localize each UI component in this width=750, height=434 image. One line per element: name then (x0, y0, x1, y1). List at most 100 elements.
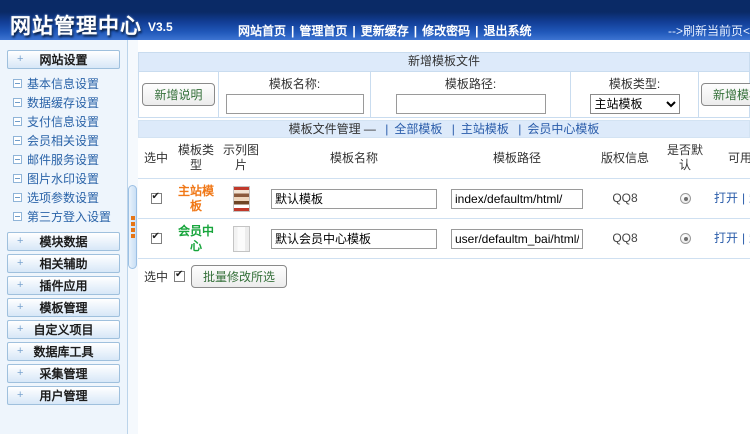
refresh-current-page-link[interactable]: -->刷新当前页<-- (668, 22, 750, 39)
add-template-form: 新增说明 模板名称: 模板路径: 模板类型: 主站模板 新增模板 (139, 71, 750, 117)
sidebar-item-watermark-settings[interactable]: 图片水印设置 (0, 169, 127, 188)
add-note-button[interactable]: 新增说明 (142, 83, 215, 106)
template-name-cell: 模板名称: (219, 72, 371, 117)
sidebar-group-plugin-app[interactable]: + 插件应用 (7, 276, 120, 295)
col-template-path: 模板路径 (492, 150, 541, 165)
row-template-name-input[interactable] (271, 228, 437, 249)
sidebar-item-payment-info-settings[interactable]: 支付信息设置 (0, 112, 127, 131)
col-is-default: 是否默认 (666, 143, 703, 172)
action-separator: | (742, 191, 746, 206)
nav-separator: | (413, 24, 418, 38)
submit-button-cell: 新增模板 (699, 72, 750, 117)
col-sample-image: 示列图片 (222, 143, 259, 172)
sidebar-splitter[interactable] (128, 40, 138, 434)
sidebar-item-option-param-settings[interactable]: 选项参数设置 (0, 188, 127, 207)
tree-node-icon (13, 155, 22, 164)
sidebar-item-third-party-login-settings[interactable]: 第三方登入设置 (0, 207, 127, 226)
template-type-cell: 模板类型: 主站模板 (571, 72, 699, 117)
filter-separator: | (385, 122, 389, 136)
sidebar-group-module-data[interactable]: + 模块数据 (7, 232, 120, 251)
default-radio[interactable] (679, 193, 691, 204)
tree-node-icon (13, 174, 22, 183)
select-all-label: 选中 (144, 269, 169, 284)
template-path-input[interactable] (395, 94, 546, 114)
col-template-name: 模板名称 (329, 150, 378, 165)
row-template-path-input[interactable] (451, 228, 583, 249)
row-checkbox[interactable] (150, 231, 162, 244)
col-copyright: 版权信息 (600, 150, 649, 165)
row-template-type: 主站模板 (177, 184, 214, 213)
template-type-label: 模板类型: (608, 77, 661, 91)
template-name-input[interactable] (225, 94, 364, 114)
row-actions: 打开|卸载 (710, 189, 750, 207)
plus-icon: + (17, 323, 24, 335)
action-separator: | (742, 231, 746, 246)
filter-main-site-templates[interactable]: 主站模板 (461, 122, 509, 136)
sidebar-item-data-cache-settings[interactable]: 数据缓存设置 (0, 93, 127, 112)
nav-logout[interactable]: 退出系统 (484, 24, 532, 38)
sidebar-item-member-related-settings[interactable]: 会员相关设置 (0, 131, 127, 150)
col-actions: 可用操作 (727, 150, 750, 165)
filter-separator: | (518, 122, 522, 136)
plus-icon: + (17, 367, 24, 379)
plus-icon: + (17, 279, 24, 291)
filter-all-templates[interactable]: 全部模板 (394, 122, 442, 136)
table-footer: 选中 批量修改所选 (138, 259, 750, 288)
row-copyright: QQ8 (612, 191, 638, 206)
select-all-checkbox[interactable] (174, 269, 186, 282)
template-name-label: 模板名称: (268, 77, 321, 91)
open-template-link[interactable]: 打开 (714, 191, 738, 205)
row-checkbox[interactable] (150, 191, 162, 204)
nav-update-cache[interactable]: 更新缓存 (361, 24, 409, 38)
sidebar-group-user-manage[interactable]: + 用户管理 (7, 386, 120, 405)
batch-edit-button[interactable]: 批量修改所选 (191, 264, 288, 288)
splitter-handle[interactable] (128, 185, 137, 269)
filter-member-center-templates[interactable]: 会员中心模板 (527, 122, 599, 136)
sidebar-item-basic-info-settings[interactable]: 基本信息设置 (0, 74, 127, 93)
manager-title-bar: 模板文件管理 — | 全部模板 | 主站模板 | 会员中心模板 (138, 120, 750, 138)
plus-icon: + (17, 257, 24, 269)
sidebar-group-database-tools[interactable]: + 数据库工具 (7, 342, 120, 361)
tree-node-icon (13, 98, 22, 107)
tree-node-icon (13, 79, 22, 88)
row-copyright: QQ8 (612, 231, 638, 246)
website-admin-app: 网站管理中心 V3.5 网站首页 | 管理首页 | 更新缓存 | 修改密码 | 退出系统 -->刷… (0, 0, 750, 434)
template-path-cell: 模板路径: (371, 72, 571, 117)
nav-site-home[interactable]: 网站首页 (238, 24, 286, 38)
sidebar-group-label: 网站设置 (39, 53, 88, 67)
table-header-row: 选中 模板类型 示列图片 模板名称 模板路径 版权信息 是否默认 可用操作 (138, 138, 750, 179)
nav-admin-home[interactable]: 管理首页 (299, 24, 347, 38)
sidebar-group-site-settings[interactable]: + 网站设置 (7, 50, 120, 69)
open-template-link[interactable]: 打开 (714, 231, 738, 245)
template-thumbnail (232, 185, 250, 212)
sidebar-site-settings-items: 基本信息设置 数据缓存设置 支付信息设置 会员相关设置 邮件服务设置 图片水印设… (0, 72, 127, 229)
sidebar-group-related-assist[interactable]: + 相关辅助 (7, 254, 120, 273)
sidebar-group-custom-project[interactable]: + 自定义项目 (7, 320, 120, 339)
tree-node-icon (13, 117, 22, 126)
template-type-select[interactable]: 主站模板 (589, 94, 680, 114)
plus-icon: + (17, 53, 24, 65)
row-template-name-input[interactable] (271, 188, 437, 209)
manager-title: 模板文件管理 — (288, 122, 376, 136)
app-version: V3.5 (148, 20, 173, 34)
col-select: 选中 (143, 150, 168, 165)
tree-node-icon (13, 193, 22, 202)
plus-icon: + (17, 389, 24, 401)
sidebar-item-mail-service-settings[interactable]: 邮件服务设置 (0, 150, 127, 169)
row-template-path-input[interactable] (451, 188, 583, 209)
add-template-button[interactable]: 新增模板 (701, 83, 750, 106)
sidebar-group-collect-manage[interactable]: + 采集管理 (7, 364, 120, 383)
row-template-type: 会员中心 (177, 224, 214, 253)
plus-icon: + (17, 345, 24, 357)
filter-separator: | (451, 122, 455, 136)
add-template-panel: 新增模板文件 新增说明 模板名称: 模板路径: 模板类型: 主站模板 新增模 (138, 52, 750, 118)
sidebar-group-template-manage[interactable]: + 模板管理 (7, 298, 120, 317)
add-template-title-bar: 新增模板文件 (139, 53, 749, 71)
plus-icon: + (17, 301, 24, 313)
nav-change-password[interactable]: 修改密码 (422, 24, 470, 38)
add-template-title: 新增模板文件 (407, 54, 480, 68)
template-thumbnail (232, 225, 250, 252)
template-table: 选中 模板类型 示列图片 模板名称 模板路径 版权信息 是否默认 可用操作 主站… (138, 138, 750, 288)
default-radio[interactable] (679, 233, 691, 244)
table-row: 主站模板 QQ8 打开|卸载 (138, 179, 750, 219)
